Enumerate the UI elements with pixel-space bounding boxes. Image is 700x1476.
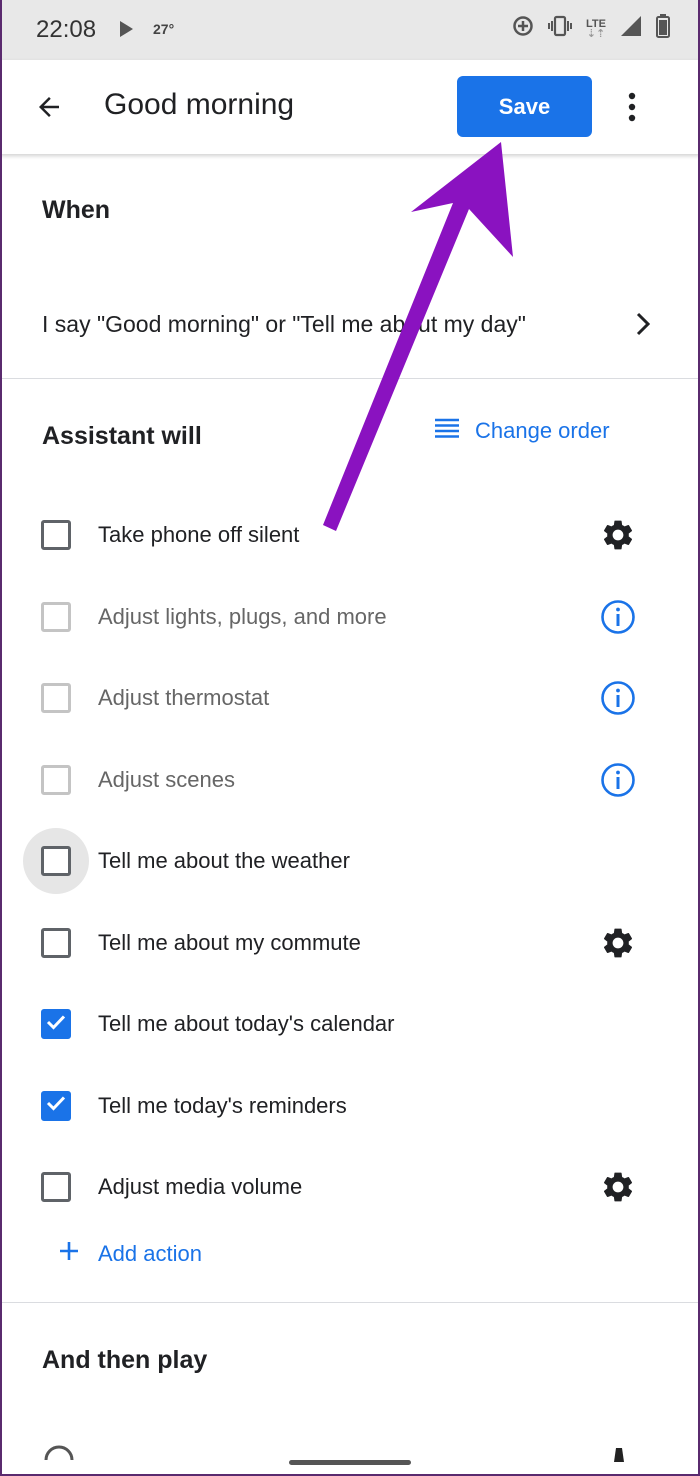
action-label: Adjust lights, plugs, and more (98, 603, 387, 629)
action-checkbox-target[interactable] (23, 747, 89, 813)
action-row[interactable]: Tell me today's reminders (0, 1071, 700, 1141)
checkbox[interactable] (41, 764, 71, 795)
action-checkbox-target[interactable] (23, 910, 89, 976)
change-order-label: Change order (475, 418, 610, 443)
gear-icon[interactable] (600, 925, 636, 961)
action-checkbox-target[interactable] (23, 502, 89, 568)
action-label: Adjust thermostat (98, 685, 270, 710)
checkbox-checked[interactable] (41, 1090, 71, 1121)
add-action-label: Add action (98, 1241, 202, 1266)
action-label: Tell me about today's calendar (98, 1011, 395, 1036)
status-temperature: 27° (153, 21, 175, 37)
action-checkbox-target[interactable] (23, 1154, 89, 1220)
action-checkbox-target[interactable] (23, 665, 89, 731)
action-checkbox-target[interactable] (23, 828, 89, 894)
action-row[interactable]: Adjust media volume (0, 1152, 700, 1222)
plus-icon (58, 1240, 80, 1268)
chevron-right-icon (636, 312, 651, 341)
reorder-icon (433, 418, 461, 444)
info-icon[interactable] (600, 680, 636, 716)
action-row[interactable]: Adjust scenes (0, 745, 700, 815)
battery-icon (656, 14, 670, 43)
gesture-handle (289, 1460, 411, 1465)
section-divider (0, 1302, 700, 1303)
back-arrow-icon[interactable] (26, 84, 72, 130)
checkbox[interactable] (41, 520, 71, 550)
action-row[interactable]: Tell me about my commute (0, 908, 700, 978)
more-vert-icon[interactable] (614, 84, 650, 130)
action-row[interactable]: Take phone off silent (0, 500, 700, 570)
action-label: Tell me today's reminders (98, 1092, 347, 1118)
app-bar: Good morning Save (0, 60, 700, 154)
action-label: Adjust scenes (98, 766, 235, 792)
checkbox[interactable] (41, 846, 71, 876)
signal-icon (620, 15, 642, 42)
radio-icon (44, 1442, 74, 1467)
checkbox[interactable] (41, 1172, 71, 1202)
action-label: Adjust media volume (98, 1174, 303, 1199)
vibrate-icon (548, 15, 573, 42)
action-label: Take phone off silent (98, 522, 300, 547)
action-row[interactable]: Tell me about the weather (0, 826, 700, 896)
action-checkbox-target[interactable] (23, 1073, 89, 1139)
data-saver-icon (512, 15, 534, 42)
info-icon[interactable] (600, 762, 636, 798)
status-bar: 22:08 27° LTE ⇣⇡ (0, 0, 700, 60)
play-icon (118, 20, 134, 43)
page-title: Good morning (104, 88, 295, 121)
action-checkbox-target[interactable] (23, 584, 89, 650)
info-icon[interactable] (600, 599, 636, 635)
lte-icon: LTE ⇣⇡ (586, 17, 606, 40)
check-icon (46, 1095, 66, 1116)
action-label: Tell me about the weather (98, 848, 350, 873)
checkbox[interactable] (41, 927, 71, 958)
check-icon (46, 1014, 66, 1035)
save-button[interactable]: Save (457, 76, 592, 137)
checkbox-checked[interactable] (41, 1009, 71, 1039)
action-label: Tell me about my commute (98, 929, 361, 955)
checkbox[interactable] (41, 683, 71, 713)
action-row[interactable]: Tell me about today's calendar (0, 989, 700, 1059)
when-trigger-text: I say "Good morning" or "Tell me about m… (42, 310, 526, 337)
change-order-button[interactable]: Change order (433, 418, 610, 444)
status-time: 22:08 (36, 16, 97, 43)
gear-icon[interactable] (600, 517, 636, 553)
assistant-will-heading: Assistant will (42, 422, 202, 450)
and-then-play-heading: And then play (42, 1346, 208, 1374)
section-divider (0, 378, 700, 379)
gear-icon (606, 1442, 632, 1467)
checkbox[interactable] (41, 601, 71, 632)
when-trigger-row[interactable]: I say "Good morning" or "Tell me about m… (42, 300, 662, 348)
action-row[interactable]: Adjust thermostat (0, 663, 700, 733)
add-action-button[interactable]: Add action (58, 1240, 202, 1268)
when-heading: When (42, 196, 111, 224)
action-row[interactable]: Adjust lights, plugs, and more (0, 582, 700, 652)
gear-icon[interactable] (600, 1169, 636, 1205)
action-checkbox-target[interactable] (23, 991, 89, 1057)
status-icons: LTE ⇣⇡ (512, 14, 670, 43)
